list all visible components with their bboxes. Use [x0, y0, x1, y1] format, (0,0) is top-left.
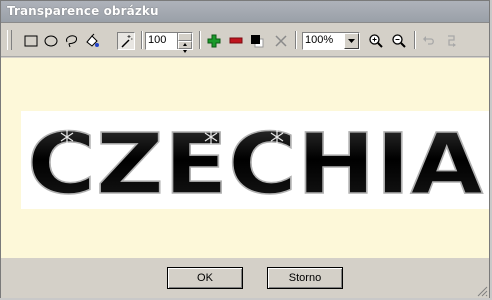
dialog-footer: OK Storno: [1, 258, 489, 298]
zoom-value: 100%: [305, 34, 334, 46]
ellipse-select-icon: [44, 35, 58, 47]
toolbar-separator: [141, 31, 143, 49]
zoom-out-button[interactable]: [390, 32, 408, 50]
image-canvas[interactable]: CZECHIA: [1, 58, 489, 258]
toolbar: 100 100%: [1, 23, 489, 57]
chevron-down-icon: [348, 39, 355, 43]
undo-icon: [423, 36, 434, 45]
dialog-window: Transparence obrázku 100 100% CZECHIA OK…: [0, 0, 490, 298]
rectangle-select-icon: [24, 35, 38, 47]
zoom-select[interactable]: 100%: [302, 32, 360, 50]
tolerance-stepper-arrows: [177, 33, 192, 53]
toolbar-separator: [295, 31, 297, 49]
color-swatch-button[interactable]: [248, 32, 266, 50]
magic-wand-button[interactable]: [117, 32, 135, 50]
lasso-select-icon: [66, 35, 77, 48]
redo-button[interactable]: [442, 32, 460, 50]
zoom-in-icon: [369, 34, 383, 48]
czechia-logo-image: CZECHIA: [26, 114, 484, 209]
plus-icon: [207, 34, 221, 48]
image-preview[interactable]: CZECHIA: [21, 111, 489, 209]
minus-icon: [229, 37, 243, 44]
toolbar-separator: [199, 31, 201, 49]
zoom-in-button[interactable]: [367, 32, 385, 50]
toolbar-separator: [414, 31, 416, 49]
title-bar[interactable]: Transparence obrázku: [1, 1, 489, 23]
undo-button[interactable]: [420, 32, 438, 50]
fill-bucket-icon: [86, 33, 99, 47]
chevron-down-icon: [183, 50, 187, 53]
cancel-button-label: Storno: [288, 272, 322, 284]
close-icon: [275, 35, 287, 47]
lasso-select-button[interactable]: [62, 32, 80, 50]
remove-area-button[interactable]: [227, 32, 245, 50]
ellipse-select-button[interactable]: [42, 32, 60, 50]
toolbar-grip[interactable]: [7, 30, 12, 50]
add-area-button[interactable]: [205, 32, 223, 50]
fill-bucket-button[interactable]: [83, 32, 101, 50]
clear-button[interactable]: [272, 32, 290, 50]
zoom-dropdown-button[interactable]: [344, 33, 359, 49]
stepper-up-button[interactable]: [178, 33, 192, 46]
magic-wand-icon: [121, 35, 133, 48]
tolerance-stepper[interactable]: 100: [145, 32, 193, 53]
image-text: CZECHIA: [27, 115, 483, 209]
resize-grip-icon[interactable]: [476, 285, 488, 297]
ok-button[interactable]: OK: [167, 267, 243, 289]
cancel-button[interactable]: Storno: [267, 267, 343, 289]
tolerance-value: 100: [148, 34, 167, 46]
color-swatch-icon: [251, 35, 264, 48]
window-title: Transparence obrázku: [7, 4, 159, 18]
rectangle-select-button[interactable]: [22, 32, 40, 50]
redo-icon: [448, 35, 456, 47]
stepper-down-button[interactable]: [178, 41, 192, 53]
ok-button-label: OK: [197, 272, 213, 284]
zoom-out-icon: [392, 34, 406, 48]
